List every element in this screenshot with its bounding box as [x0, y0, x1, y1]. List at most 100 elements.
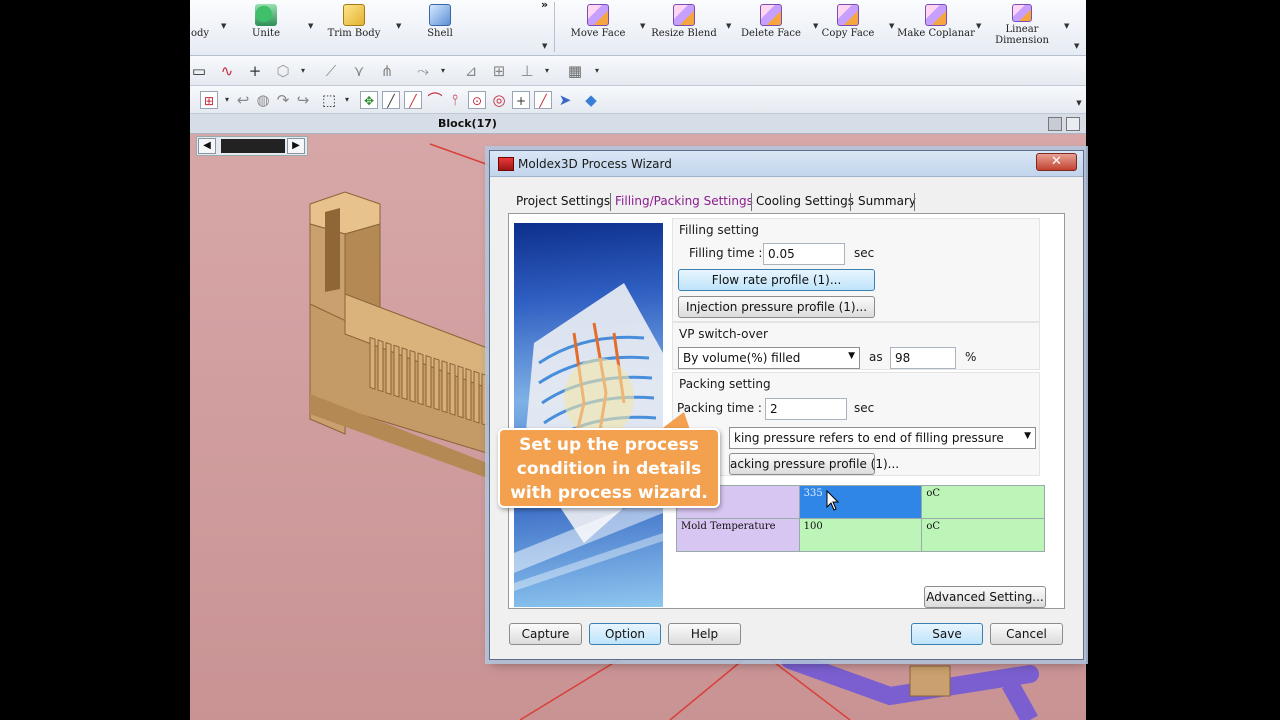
- ribbon-move-face-button[interactable]: Move Face: [558, 2, 638, 54]
- temperature-table: erature 335 oC Mold Temperature 100 oC: [676, 485, 1045, 552]
- vp-value-input[interactable]: 98: [890, 347, 956, 369]
- mouse-cursor-icon: [826, 490, 840, 511]
- scroll-left-icon[interactable]: ◀: [198, 138, 216, 154]
- capture-button[interactable]: Capture: [509, 623, 582, 645]
- chevron-down-icon[interactable]: ▼: [976, 22, 981, 30]
- trim-icon[interactable]: ⟋: [322, 62, 340, 80]
- chevron-down-icon[interactable]: ▼: [1070, 94, 1086, 112]
- chevron-down-icon[interactable]: ▾: [338, 91, 356, 109]
- cancel-button[interactable]: Cancel: [990, 623, 1063, 645]
- chevron-down-icon[interactable]: ▾: [588, 62, 606, 80]
- ribbon-linear-dimension-button[interactable]: Linear Dimension: [982, 2, 1062, 54]
- grid-icon[interactable]: ▦: [566, 62, 584, 80]
- pattern-icon[interactable]: ⊞: [490, 62, 508, 80]
- rotate-icon[interactable]: ↷: [274, 91, 292, 109]
- filling-time-input[interactable]: 0.05: [763, 243, 845, 265]
- window-maximize-icon[interactable]: [1066, 117, 1080, 131]
- snap-endpoint-icon[interactable]: ╱: [404, 91, 422, 109]
- spline-icon[interactable]: ∿: [218, 62, 236, 80]
- chevron-down-icon: ▼: [848, 351, 855, 361]
- scroll-thumb[interactable]: [221, 139, 285, 153]
- view-icon[interactable]: ◍: [254, 91, 272, 109]
- packing-time-input[interactable]: 2: [765, 398, 847, 420]
- view-scrollbar[interactable]: ◀ ▶: [196, 136, 308, 156]
- selection-label: Block(17): [438, 117, 497, 130]
- snap-line-icon[interactable]: ╱: [382, 91, 400, 109]
- snap-toolbar: ⊞ ▾ ↩ ◍ ↷ ↪ ⬚ ▾ ✥ ╱ ╱ ⌒ ⫯ ⊙ ◎ + ╱ ➤ ◆ ▼: [190, 86, 1086, 114]
- tab-divider: [610, 193, 611, 211]
- advanced-setting-button[interactable]: Advanced Setting...: [924, 586, 1046, 608]
- process-wizard-dialog: Moldex3D Process Wizard ✕ Project Settin…: [489, 150, 1084, 660]
- ribbon-resize-blend-button[interactable]: Resize Blend: [644, 2, 724, 54]
- injection-pressure-profile-button[interactable]: Injection pressure profile (1)...: [678, 296, 875, 318]
- select-box-icon[interactable]: ⬚: [320, 91, 338, 109]
- redo-icon[interactable]: ↪: [294, 91, 312, 109]
- table-row: Mold Temperature 100 oC: [676, 518, 1045, 552]
- packing-pressure-profile-button[interactable]: acking pressure profile (1)...: [729, 453, 899, 475]
- close-button[interactable]: ✕: [1036, 153, 1077, 171]
- extend-icon[interactable]: ⋎: [350, 62, 368, 80]
- arrow-icon[interactable]: ↩: [234, 91, 252, 109]
- help-button[interactable]: Help: [668, 623, 741, 645]
- option-button[interactable]: Option: [589, 623, 661, 645]
- chevron-down-icon[interactable]: ▾: [434, 62, 452, 80]
- snap-grid-icon[interactable]: ✥: [360, 91, 378, 109]
- mold-temperature-cell[interactable]: 100: [798, 518, 923, 552]
- vp-mode-select[interactable]: By volume(%) filled ▼: [678, 347, 860, 369]
- moldex-app-icon: [498, 157, 514, 171]
- chevron-down-icon[interactable]: ▼: [308, 22, 313, 30]
- snap-center-icon[interactable]: ⊙: [468, 91, 486, 109]
- scroll-right-icon[interactable]: ▶: [287, 138, 305, 154]
- snap-curve-icon[interactable]: ⌒: [426, 91, 444, 109]
- solid-icon[interactable]: ◆: [582, 91, 600, 109]
- ribbon-make-coplanar-button[interactable]: Make Coplanar: [896, 2, 976, 54]
- trim-body-icon: [343, 4, 365, 26]
- window-restore-icon[interactable]: [1048, 117, 1062, 131]
- chevron-down-icon[interactable]: ▼: [1074, 42, 1079, 50]
- mirror-icon[interactable]: ⊿: [462, 62, 480, 80]
- chevron-down-icon[interactable]: ▼: [889, 22, 894, 30]
- snap-circle-icon[interactable]: ◎: [490, 91, 508, 109]
- chevron-down-icon[interactable]: ▼: [1064, 22, 1069, 30]
- resize-blend-icon: [673, 4, 695, 26]
- ribbon-unite-button[interactable]: Unite: [226, 2, 306, 54]
- chevron-down-icon[interactable]: ▼: [542, 42, 547, 50]
- dialog-titlebar[interactable]: Moldex3D Process Wizard ✕: [490, 151, 1083, 177]
- delete-face-icon: [760, 4, 782, 26]
- ribbon-copy-face-button[interactable]: Copy Face: [808, 2, 888, 54]
- constraint-icon[interactable]: ⊥: [518, 62, 536, 80]
- mold-temperature-unit: oC: [921, 518, 1045, 552]
- origin-icon[interactable]: ⊞: [200, 91, 218, 109]
- tab-summary[interactable]: Summary: [858, 189, 916, 213]
- tab-filling-packing-settings[interactable]: Filling/Packing Settings: [615, 189, 753, 213]
- plus-icon[interactable]: +: [246, 62, 264, 80]
- polygon-icon[interactable]: ⬡: [274, 62, 292, 80]
- snap-midpoint-icon[interactable]: ╱: [534, 91, 552, 109]
- linear-dimension-icon: [1012, 4, 1032, 22]
- tab-cooling-settings[interactable]: Cooling Settings: [756, 189, 854, 213]
- chevron-down-icon[interactable]: ▾: [294, 62, 312, 80]
- flow-rate-profile-button[interactable]: Flow rate profile (1)...: [678, 269, 875, 291]
- save-button[interactable]: Save: [911, 623, 983, 645]
- snap-point-icon[interactable]: +: [512, 91, 530, 109]
- move-face-icon: [587, 4, 609, 26]
- melt-temperature-cell[interactable]: 335: [798, 485, 923, 519]
- tab-project-settings[interactable]: Project Settings: [516, 189, 610, 213]
- split-icon[interactable]: ⋔: [378, 62, 396, 80]
- filling-time-unit: sec: [854, 246, 875, 260]
- tab-divider: [850, 193, 851, 211]
- rectangle-icon[interactable]: ▭: [190, 62, 208, 80]
- chevron-down-icon[interactable]: ▾: [538, 62, 556, 80]
- vp-mode-value: By volume(%) filled: [683, 351, 801, 365]
- snap-direction-icon[interactable]: ➤: [556, 91, 574, 109]
- snap-tangent-icon[interactable]: ⫯: [446, 91, 464, 109]
- more-chevron-icon[interactable]: »: [541, 0, 548, 11]
- ribbon-delete-face-button[interactable]: Delete Face: [731, 2, 811, 54]
- ribbon-shell-button[interactable]: Shell: [400, 2, 480, 54]
- make-coplanar-icon: [925, 4, 947, 26]
- offset-icon[interactable]: ⤳: [414, 62, 432, 80]
- packing-reference-select[interactable]: king pressure refers to end of filling p…: [729, 427, 1036, 449]
- ribbon-trim-body-button[interactable]: Trim Body: [314, 2, 394, 54]
- tutorial-callout: Set up the process condition in details …: [498, 428, 720, 508]
- copy-face-icon: [837, 4, 859, 26]
